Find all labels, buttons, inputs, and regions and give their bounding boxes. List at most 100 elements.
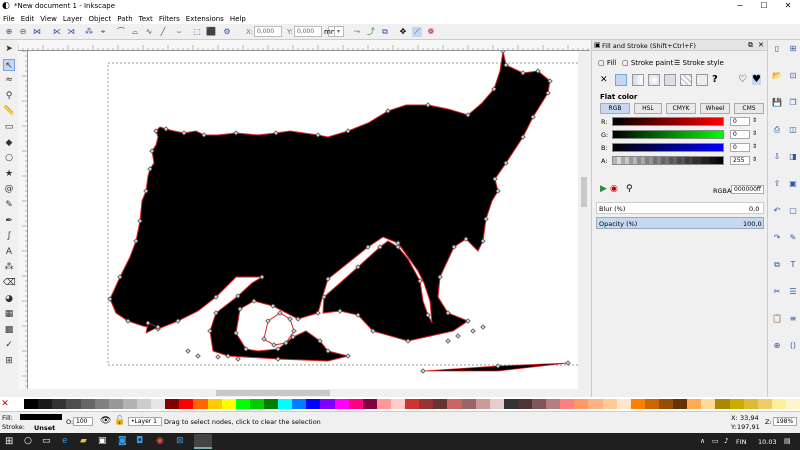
palette-swatch[interactable] <box>292 399 307 409</box>
fill-indicator-swatch[interactable] <box>20 414 62 420</box>
mode-cms-tab[interactable]: CMS <box>734 103 764 114</box>
pen-tool-icon[interactable]: ✒ <box>3 215 15 227</box>
gradient-tool-icon[interactable]: ▦ <box>3 308 15 320</box>
palette-swatch[interactable] <box>715 399 730 409</box>
mode-rgb-tab[interactable]: RGB <box>600 103 630 114</box>
network-icon[interactable]: ▭ <box>712 437 719 445</box>
pencil-tool-icon[interactable]: ✎ <box>3 199 15 211</box>
palette-swatch[interactable] <box>503 399 518 409</box>
align-dialog-icon[interactable]: ≡ <box>787 314 799 323</box>
menu-object[interactable]: Object <box>85 12 114 23</box>
horizontal-scroll-thumb[interactable] <box>216 390 330 396</box>
zoom-drawing-icon[interactable]: ⊞ <box>787 44 799 53</box>
menu-view[interactable]: View <box>37 12 60 23</box>
palette-swatch[interactable] <box>278 399 293 409</box>
redo-icon[interactable]: ↷ <box>771 233 783 242</box>
mesh-tool-icon[interactable]: ▩ <box>3 324 15 336</box>
palette-swatch[interactable] <box>517 399 533 409</box>
bucket-tool-icon[interactable]: ◕ <box>3 293 15 305</box>
palette-swatch[interactable] <box>136 399 152 409</box>
status-opacity-field[interactable]: 100 <box>73 417 93 426</box>
menu-filters[interactable]: Filters <box>156 12 183 23</box>
palette-swatch[interactable] <box>433 399 448 409</box>
palette-swatch[interactable] <box>405 399 420 409</box>
path-node[interactable] <box>420 368 426 374</box>
lpe-icon[interactable]: ⚙ <box>222 27 232 37</box>
palette-swatch[interactable] <box>263 399 279 409</box>
palette-swatch[interactable] <box>616 399 631 409</box>
palette-swatch[interactable] <box>362 399 377 409</box>
delete-segment-icon[interactable]: ⁂ <box>84 27 94 37</box>
fill-rule-nonzero-icon[interactable]: ♥ <box>752 74 761 85</box>
palette-swatch[interactable] <box>687 399 702 409</box>
mode-wheel-tab[interactable]: Wheel <box>700 103 730 114</box>
mode-cmyk-tab[interactable]: CMYK <box>666 103 696 114</box>
clock[interactable]: 10.03 <box>758 438 777 446</box>
path-node[interactable] <box>195 353 201 359</box>
node-auto-icon[interactable]: ∿ <box>144 27 154 37</box>
palette-swatch[interactable] <box>475 399 490 409</box>
cat-silhouette-path[interactable] <box>109 51 551 362</box>
palette-swatch[interactable] <box>94 399 109 409</box>
connector-tool-icon[interactable]: ⊞ <box>3 355 15 367</box>
layer-dropdown[interactable]: •Layer 1 <box>128 417 162 426</box>
palette-swatch[interactable] <box>701 399 716 409</box>
vertical-scrollbar[interactable] <box>578 51 590 389</box>
ungroup-icon[interactable]: ▢ <box>787 206 799 215</box>
open-icon[interactable]: 📂 <box>771 71 783 80</box>
palette-swatch[interactable] <box>193 399 208 409</box>
menu-layer[interactable]: Layer <box>60 12 86 23</box>
tab-stroke-style[interactable]: ☰ Stroke style <box>674 59 724 67</box>
mesh-gradient-button[interactable] <box>664 74 676 86</box>
palette-swatch[interactable] <box>771 399 787 409</box>
group-icon[interactable]: ▣ <box>787 179 799 188</box>
palette-swatch[interactable] <box>334 399 349 409</box>
toggle-lock-icon[interactable]: 🔓 <box>114 416 125 426</box>
fill-rule-evenodd-icon[interactable]: ♡ <box>738 74 747 85</box>
unit-dropdown[interactable]: ▾ <box>334 26 344 37</box>
show-handles-icon[interactable]: ⤳ <box>352 27 362 37</box>
no-paint-icon[interactable]: ✕ <box>600 75 608 85</box>
r-spin-icon[interactable]: ⇕ <box>752 117 757 124</box>
rectangle-tool-icon[interactable]: ▭ <box>3 121 15 133</box>
b-slider[interactable] <box>612 143 724 152</box>
a-slider[interactable] <box>612 156 724 165</box>
palette-swatch[interactable] <box>10 399 25 409</box>
palette-swatch[interactable] <box>179 399 194 409</box>
3dbox-tool-icon[interactable]: ◆ <box>3 137 15 149</box>
layers-dialog-icon[interactable]: ☰ <box>787 287 799 296</box>
tray-chevron-icon[interactable]: ∧ <box>700 437 705 445</box>
palette-swatch[interactable] <box>757 399 772 409</box>
opacity-control[interactable]: Opacity (%) 100,0 <box>596 217 764 229</box>
menu-help[interactable]: Help <box>227 12 249 23</box>
tab-fill[interactable]: ▢ Fill <box>598 59 616 67</box>
star-tool-icon[interactable]: ★ <box>3 168 15 180</box>
mode-hsl-tab[interactable]: HSL <box>634 103 662 114</box>
palette-swatch[interactable] <box>588 399 603 409</box>
drawing-canvas[interactable] <box>28 51 578 389</box>
import-icon[interactable]: ⇩ <box>771 152 783 161</box>
y-field[interactable]: 0,000 <box>294 26 322 37</box>
palette-swatch[interactable] <box>151 399 166 409</box>
zoom-selection-icon[interactable]: ⊕ <box>771 341 783 350</box>
segment-line-icon[interactable]: ╱ <box>158 27 168 37</box>
palette-swatch[interactable] <box>66 399 81 409</box>
path-node[interactable] <box>470 328 476 334</box>
panel-close-icon[interactable]: ✕ <box>758 41 764 49</box>
rgba-field[interactable]: 000000ff <box>731 185 764 194</box>
palette-swatch[interactable] <box>376 399 391 409</box>
palette-swatch[interactable] <box>108 399 123 409</box>
palette-swatch[interactable] <box>207 399 222 409</box>
path-node[interactable] <box>215 354 221 360</box>
copy-icon[interactable]: ⧉ <box>771 260 783 270</box>
no-paint-swatch-icon[interactable]: ✕ <box>0 397 10 411</box>
delete-node-icon[interactable]: ⊖ <box>18 27 28 37</box>
palette-swatch[interactable] <box>659 399 674 409</box>
palette-swatch[interactable] <box>602 399 617 409</box>
paste-icon[interactable]: 📋 <box>771 314 783 323</box>
stroke-to-path-icon[interactable]: ⬛ <box>206 27 216 37</box>
horizontal-scrollbar[interactable] <box>28 389 578 397</box>
vertical-scroll-thumb[interactable] <box>581 177 587 207</box>
node-tool-icon[interactable]: ↖ <box>3 58 15 71</box>
palette-swatch[interactable] <box>574 399 589 409</box>
